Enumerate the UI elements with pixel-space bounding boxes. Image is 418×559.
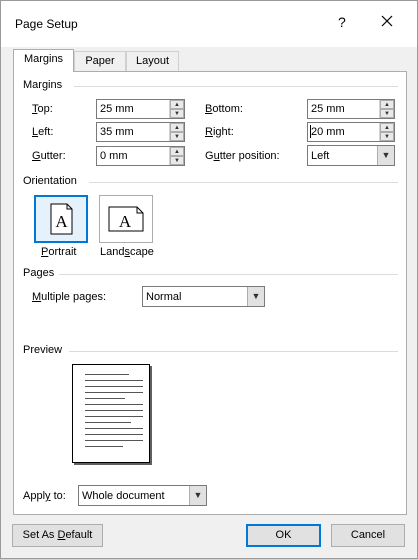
preview-line: [85, 398, 125, 399]
preview-line: [85, 392, 143, 393]
tab-layout[interactable]: Layout: [126, 51, 179, 71]
margins-separator: [74, 86, 398, 87]
gutter-up-icon[interactable]: ▲: [170, 147, 184, 156]
multiple-pages-value: Normal: [146, 291, 182, 303]
apply-to-label: Apply to:: [23, 490, 66, 502]
chevron-down-icon[interactable]: ▼: [377, 146, 394, 165]
preview-line: [85, 404, 143, 405]
right-margin-spinner[interactable]: 20 mm ▲ ▼: [307, 122, 395, 142]
landscape-label: Landscape: [100, 246, 154, 258]
gutter-spinner[interactable]: 0 mm ▲ ▼: [96, 146, 185, 166]
tab-margins-label: Margins: [23, 53, 64, 65]
margins-group-label: Margins: [23, 79, 63, 91]
cancel-button[interactable]: Cancel: [331, 524, 405, 547]
bottom-margin-up-icon[interactable]: ▲: [380, 100, 394, 109]
right-margin-down-icon[interactable]: ▼: [380, 132, 394, 141]
left-margin-label: Left:: [32, 126, 54, 138]
gutter-value: 0 mm: [100, 150, 128, 162]
preview-line: [85, 386, 143, 387]
left-margin-value: 35 mm: [100, 126, 134, 138]
preview-line: [85, 446, 123, 447]
preview-line: [85, 440, 143, 441]
pages-group-label: Pages: [23, 267, 55, 279]
gutter-label: Gutter:: [32, 150, 66, 162]
multiple-pages-select[interactable]: Normal ▼: [142, 286, 265, 307]
apply-to-select[interactable]: Whole document ▼: [78, 485, 207, 506]
text-cursor: [310, 125, 311, 138]
preview-line: [85, 434, 143, 435]
top-margin-label: Top:: [32, 103, 53, 115]
orientation-group-label: Orientation: [23, 175, 77, 187]
svg-text:A: A: [119, 212, 132, 231]
portrait-label: Portrait: [41, 246, 77, 258]
gutter-position-label: Gutter position:: [205, 150, 280, 162]
help-button[interactable]: ?: [338, 14, 346, 30]
chevron-down-icon[interactable]: ▼: [247, 287, 264, 306]
page-setup-dialog: Page Setup ? Margins Paper Layout Margin…: [0, 0, 418, 559]
left-margin-spinner[interactable]: 35 mm ▲ ▼: [96, 122, 185, 142]
bottom-margin-label: Bottom:: [205, 103, 243, 115]
pages-separator: [59, 274, 398, 275]
preview-line: [85, 428, 143, 429]
preview-group-label: Preview: [23, 344, 63, 356]
margins-panel: Margins Top: 25 mm ▲ ▼ Bottom: 25 mm ▲ ▼ L…: [13, 71, 407, 515]
multiple-pages-label: Multiple pages:: [32, 291, 106, 303]
preview-separator: [69, 351, 398, 352]
ok-button[interactable]: OK: [246, 524, 321, 547]
left-margin-up-icon[interactable]: ▲: [170, 123, 184, 132]
preview-line: [85, 416, 143, 417]
top-margin-value: 25 mm: [100, 103, 134, 115]
title-bar: Page Setup ?: [1, 1, 417, 47]
right-margin-value: 20 mm: [311, 126, 345, 138]
top-margin-down-icon[interactable]: ▼: [170, 109, 184, 118]
top-margin-spinner[interactable]: 25 mm ▲ ▼: [96, 99, 185, 119]
left-margin-down-icon[interactable]: ▼: [170, 132, 184, 141]
bottom-margin-spinner[interactable]: 25 mm ▲ ▼: [307, 99, 395, 119]
gutter-position-value: Left: [311, 150, 330, 162]
portrait-page-icon: A: [50, 203, 73, 235]
chevron-down-icon[interactable]: ▼: [189, 486, 206, 505]
gutter-down-icon[interactable]: ▼: [170, 156, 184, 165]
bottom-margin-down-icon[interactable]: ▼: [380, 109, 394, 118]
preview-line: [85, 410, 143, 411]
preview-line: [85, 380, 143, 381]
tab-paper-label: Paper: [85, 55, 115, 67]
landscape-page-icon: A: [108, 206, 144, 232]
preview-page: [72, 364, 150, 463]
right-margin-label: Right:: [205, 126, 234, 138]
preview-line: [85, 422, 131, 423]
top-margin-up-icon[interactable]: ▲: [170, 100, 184, 109]
landscape-button[interactable]: A: [99, 195, 153, 243]
gutter-position-select[interactable]: Left ▼: [307, 145, 395, 166]
orientation-separator: [89, 182, 398, 183]
svg-text:A: A: [55, 212, 68, 231]
tab-layout-label: Layout: [135, 55, 170, 67]
dialog-title: Page Setup: [15, 17, 78, 31]
tab-margins[interactable]: Margins: [13, 49, 74, 72]
close-icon[interactable]: [377, 11, 397, 31]
portrait-button[interactable]: A: [34, 195, 88, 243]
preview-line: [85, 374, 129, 375]
tab-paper[interactable]: Paper: [74, 51, 126, 71]
set-as-default-button[interactable]: Set As Default: [12, 524, 103, 547]
right-margin-up-icon[interactable]: ▲: [380, 123, 394, 132]
bottom-margin-value: 25 mm: [311, 103, 345, 115]
apply-to-value: Whole document: [82, 490, 165, 502]
